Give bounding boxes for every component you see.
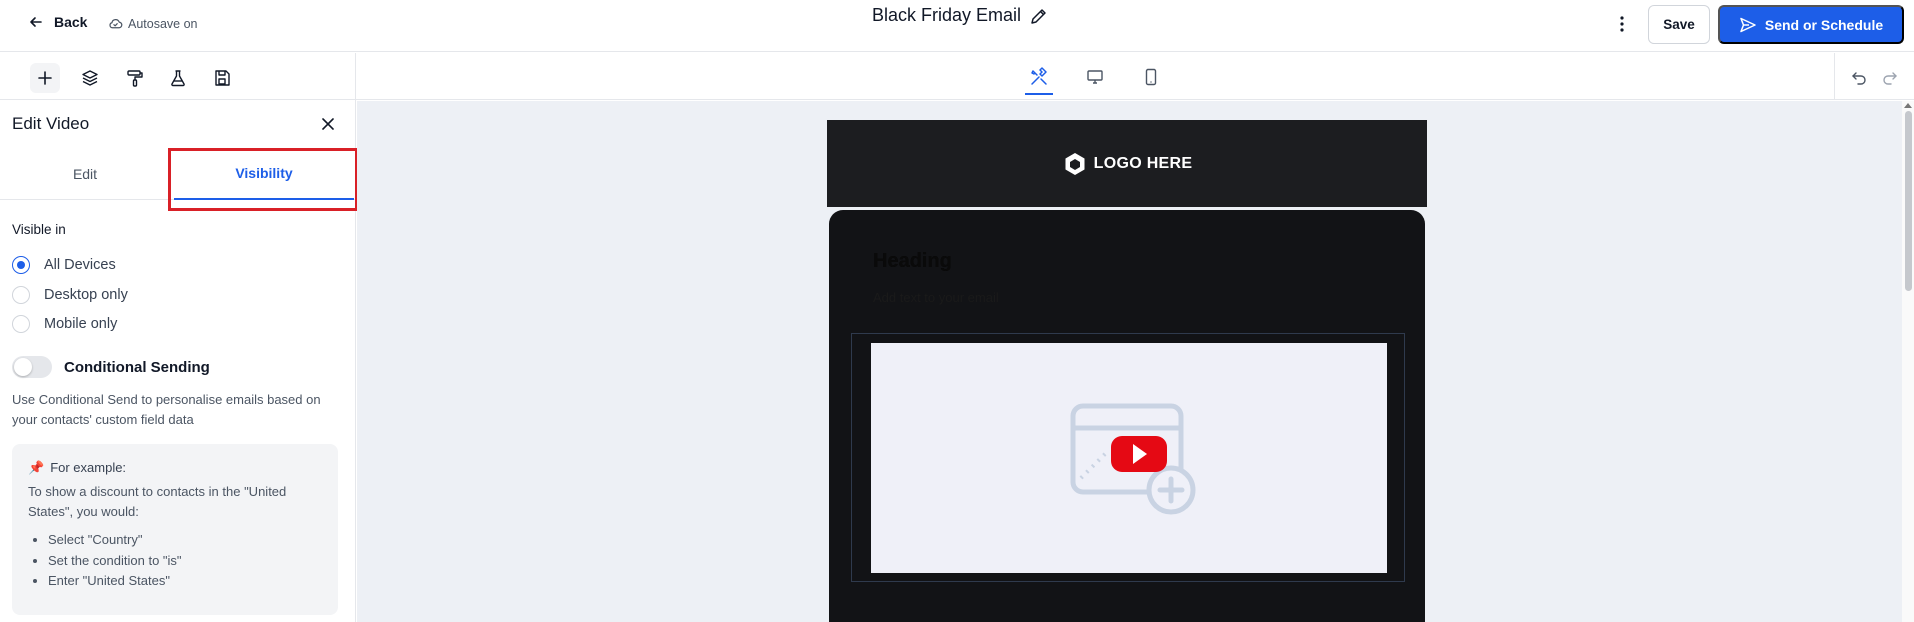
redo-icon[interactable] [1880, 67, 1900, 87]
panel-title: Edit Video [12, 114, 90, 133]
undo-icon[interactable] [1849, 67, 1869, 87]
top-bar: Back Autosave on Black Friday Email Save… [0, 0, 1914, 52]
document-title-text: Black Friday Email [872, 5, 1022, 25]
mobile-icon[interactable] [1137, 63, 1165, 95]
arrow-left-icon [30, 17, 42, 27]
email-subtext[interactable]: Add text to your email [873, 290, 999, 305]
list-item: Select "Country" [48, 530, 322, 551]
edit-video-panel: Edit Video Edit Visibility Visible in Al… [0, 100, 358, 622]
logo-text: LOGO HERE [1093, 154, 1193, 172]
radio-mobile-only[interactable]: Mobile only [12, 315, 117, 333]
conditional-sending-label: Conditional Sending [64, 358, 210, 376]
editor-toolbar [0, 53, 1914, 100]
radio-label: Mobile only [44, 316, 118, 332]
list-item: Set the condition to "is" [48, 551, 322, 572]
toolbar-divider-right [1834, 53, 1835, 100]
back-label: Back [54, 14, 88, 30]
radio-button[interactable] [12, 286, 30, 304]
email-heading[interactable]: Heading [873, 250, 952, 273]
pushpin-icon: 📌 [28, 460, 45, 475]
toolbar-divider [355, 53, 356, 100]
radio-label: All Devices [44, 257, 116, 273]
radio-button[interactable] [12, 256, 30, 274]
radio-label: Desktop only [44, 287, 128, 303]
pencil-icon[interactable] [1029, 6, 1049, 26]
example-steps: Select "Country" Set the condition to "i… [28, 530, 322, 592]
video-placeholder-icon [1070, 403, 1196, 515]
document-title[interactable]: Black Friday Email [872, 5, 1049, 26]
close-icon[interactable] [318, 114, 338, 134]
email-header-block[interactable]: LOGO HERE [827, 120, 1427, 207]
email-canvas: LOGO HERE Heading Add text to your email [357, 101, 1902, 622]
list-item: Enter "United States" [48, 571, 322, 592]
tab-edit[interactable]: Edit [0, 148, 170, 200]
conditional-help-text: Use Conditional Send to personalise emai… [12, 392, 321, 427]
autosave-status: Autosave on [108, 16, 198, 31]
canvas-scrollbar[interactable] [1902, 101, 1914, 622]
radio-all-devices[interactable]: All Devices [12, 256, 116, 274]
example-heading-text: For example: [50, 460, 127, 475]
layers-icon[interactable] [75, 63, 105, 93]
send-or-schedule-button[interactable]: Send or Schedule [1718, 5, 1904, 44]
email-content-block[interactable]: Heading Add text to your email [829, 210, 1425, 622]
send-label: Send or Schedule [1764, 16, 1884, 33]
example-box: 📌 For example: To show a discount to con… [12, 444, 338, 615]
video-block[interactable] [851, 333, 1405, 582]
cloud-check-icon [109, 19, 123, 29]
flask-icon[interactable] [163, 63, 193, 93]
scroll-up-arrow[interactable] [1904, 103, 1912, 108]
video-placeholder[interactable] [871, 343, 1387, 573]
example-heading: 📌 For example: [28, 458, 322, 478]
conditional-sending-row: Conditional Sending [12, 356, 210, 378]
autosave-label: Autosave on [128, 16, 198, 31]
visible-in-label: Visible in [12, 222, 66, 237]
scroll-thumb[interactable] [1905, 111, 1912, 291]
paint-roller-icon[interactable] [120, 63, 150, 93]
radio-button[interactable] [12, 315, 30, 333]
send-icon [1740, 17, 1756, 32]
conditional-sending-toggle[interactable] [12, 356, 52, 378]
panel-tabs: Edit Visibility [0, 148, 356, 200]
save-disk-icon[interactable] [207, 63, 237, 93]
example-intro: To show a discount to contacts in the "U… [28, 484, 287, 519]
tools-icon[interactable] [1025, 63, 1053, 95]
back-button[interactable]: Back [28, 14, 87, 30]
more-options-icon[interactable] [1612, 14, 1632, 34]
radio-desktop-only[interactable]: Desktop only [12, 286, 128, 304]
save-button[interactable]: Save [1648, 5, 1710, 44]
logo-hexagon-icon [1065, 152, 1085, 175]
plus-icon[interactable] [30, 63, 60, 93]
desktop-icon[interactable] [1081, 63, 1109, 95]
tab-visibility[interactable]: Visibility [174, 148, 354, 200]
